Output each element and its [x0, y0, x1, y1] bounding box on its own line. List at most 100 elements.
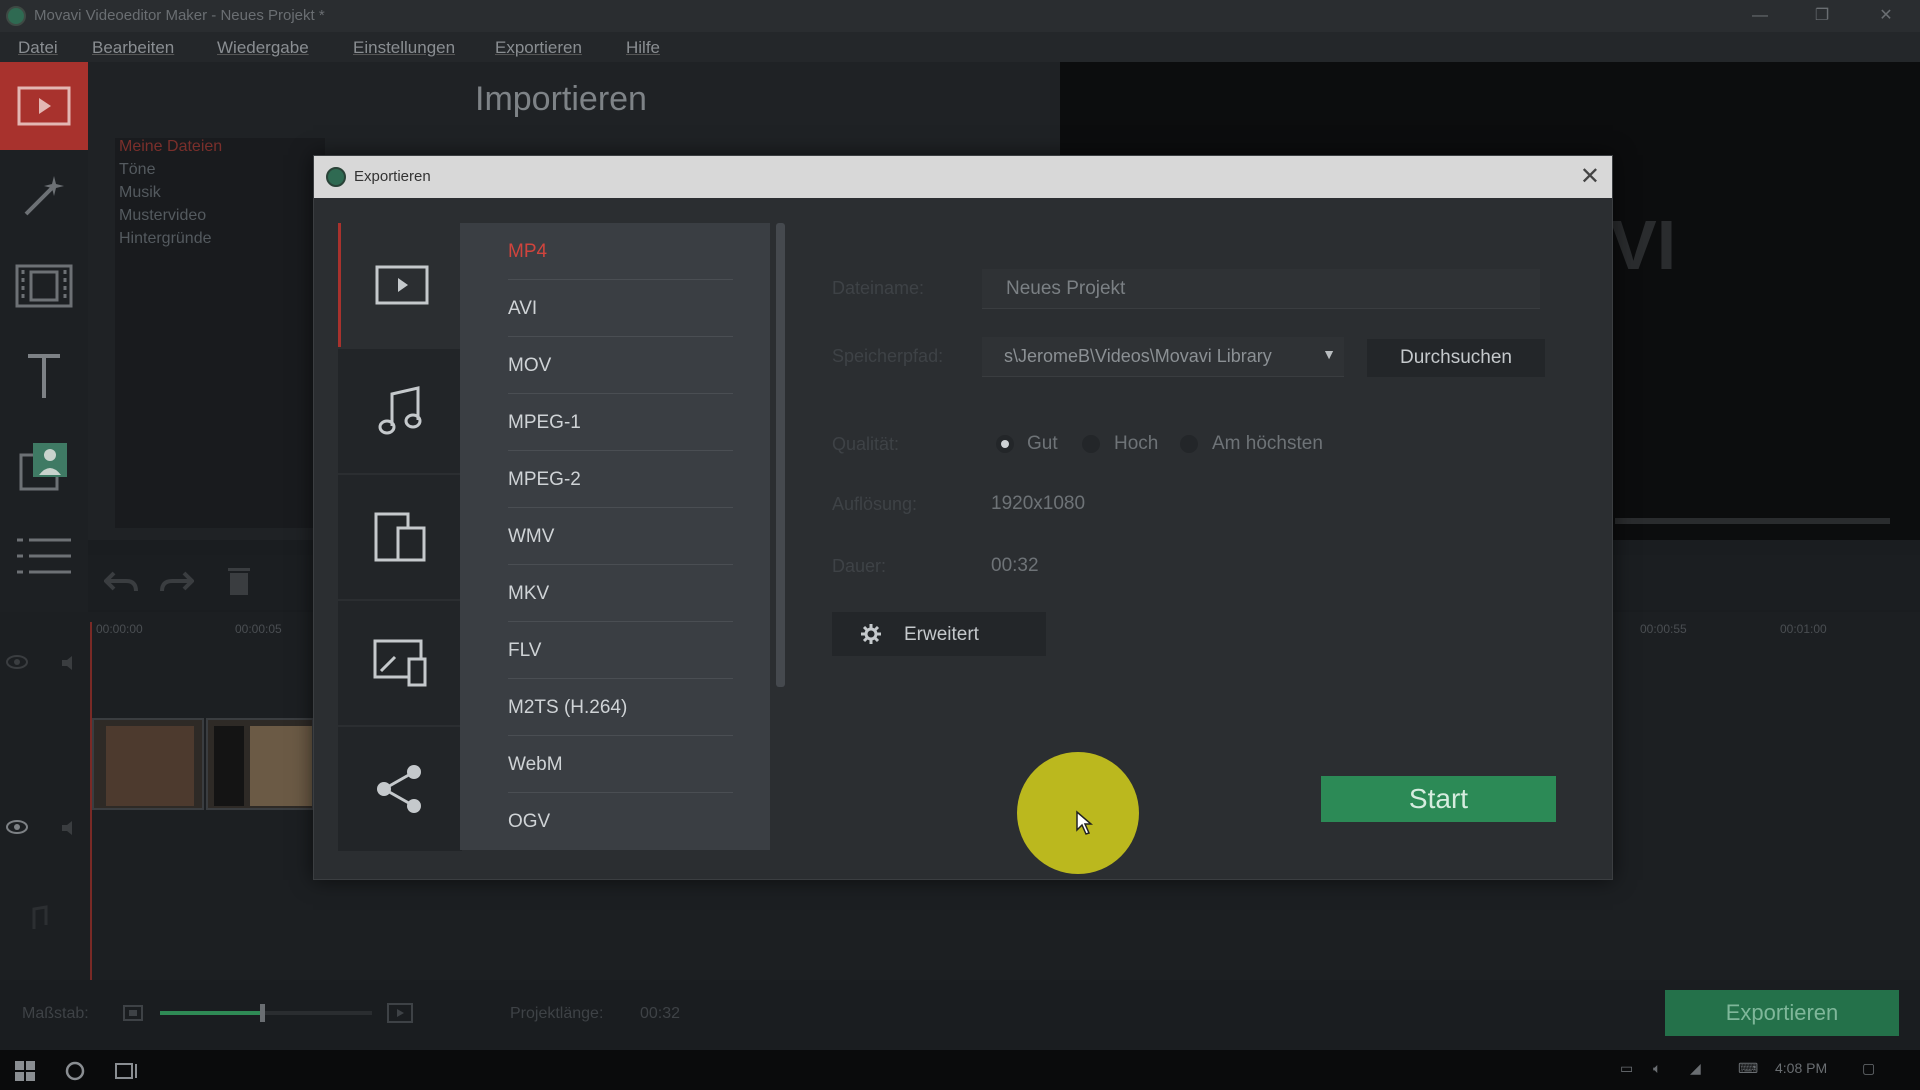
- menu-datei[interactable]: Datei: [18, 38, 58, 58]
- quality-radio-hoch[interactable]: [1082, 435, 1100, 453]
- windows-start-icon[interactable]: [14, 1060, 36, 1082]
- export-button[interactable]: Exportieren: [1665, 990, 1899, 1036]
- path-label: Speicherpfad:: [832, 346, 944, 366]
- app-logo-icon: [6, 6, 26, 26]
- format-item-webm[interactable]: WebM: [508, 736, 733, 793]
- path-field[interactable]: s\JeromeB\Videos\Movavi Library ▼: [982, 337, 1344, 377]
- tab-video[interactable]: [338, 223, 462, 347]
- scale-label: Maßstab:: [22, 1005, 89, 1022]
- browse-button[interactable]: Durchsuchen: [1367, 339, 1545, 377]
- import-category-item[interactable]: Töne: [115, 161, 325, 184]
- maximize-button[interactable]: ❐: [1802, 4, 1842, 28]
- close-window-button[interactable]: ✕: [1866, 4, 1906, 28]
- zoom-out-icon[interactable]: [122, 1004, 144, 1022]
- menu-exportieren[interactable]: Exportieren: [495, 38, 582, 58]
- gear-icon: [861, 624, 881, 644]
- format-item-avi[interactable]: AVI: [508, 280, 733, 337]
- cortana-search-icon[interactable]: [64, 1060, 86, 1082]
- format-item-m2ts[interactable]: M2TS (H.264): [508, 679, 733, 736]
- visibility-icon[interactable]: [6, 820, 28, 834]
- speaker-icon[interactable]: 🔈︎: [1653, 1060, 1661, 1077]
- advanced-label: Erweitert: [904, 624, 979, 645]
- sidebar-transitions-button[interactable]: [0, 242, 88, 330]
- menu-bearbeiten[interactable]: Bearbeiten: [92, 38, 174, 58]
- delete-icon[interactable]: [226, 565, 252, 597]
- project-length-label: Projektlänge:: [510, 1005, 604, 1022]
- tab-audio[interactable]: [338, 349, 462, 473]
- undo-icon[interactable]: [104, 567, 138, 597]
- advanced-button[interactable]: Erweitert: [832, 612, 1046, 656]
- format-item-mp4[interactable]: MP4: [508, 223, 733, 280]
- video-clip-thumbnail[interactable]: [92, 718, 204, 810]
- tab-share[interactable]: [338, 727, 462, 851]
- project-length-value: 00:32: [640, 1005, 681, 1022]
- track-volume-icon[interactable]: [60, 655, 80, 671]
- sidebar-more-button[interactable]: [0, 512, 88, 600]
- app-logo-icon: [326, 167, 346, 187]
- format-item-mov[interactable]: MOV: [508, 337, 733, 394]
- format-item-mpeg2[interactable]: MPEG-2: [508, 451, 733, 508]
- import-category-list: Meine Dateien Töne Musik Mustervideo Hin…: [115, 138, 325, 528]
- format-list-scrollbar[interactable]: [776, 223, 785, 687]
- track-volume-icon[interactable]: [60, 820, 80, 836]
- video-clip-thumbnail[interactable]: [206, 718, 314, 810]
- menu-hilfe[interactable]: Hilfe: [626, 38, 660, 58]
- format-list: MP4 AVI MOV MPEG-1 MPEG-2 WMV MKV FLV M2…: [460, 223, 770, 850]
- battery-icon[interactable]: ▭: [1620, 1060, 1633, 1077]
- duration-value: 00:32: [991, 555, 1039, 576]
- tab-tv[interactable]: [338, 601, 462, 725]
- export-dialog: Exportieren ✕ MP4 AVI MOV MPEG-1 MPEG-2 …: [313, 155, 1613, 880]
- resolution-label: Auflösung:: [832, 494, 918, 514]
- task-view-icon[interactable]: [114, 1060, 140, 1082]
- scale-slider-thumb[interactable]: [259, 1004, 265, 1022]
- format-item-mkv[interactable]: MKV: [508, 565, 733, 622]
- magic-wand-icon: [24, 176, 64, 216]
- keyboard-icon[interactable]: ⌨: [1738, 1060, 1758, 1077]
- visibility-icon[interactable]: [6, 655, 28, 669]
- quality-radio-hoechsten[interactable]: [1180, 435, 1198, 453]
- scale-slider-fill: [160, 1011, 262, 1015]
- format-item-mpeg1[interactable]: MPEG-1: [508, 394, 733, 451]
- sidebar-titles-button[interactable]: [0, 332, 88, 420]
- dialog-close-button[interactable]: ✕: [1580, 162, 1600, 191]
- chevron-down-icon[interactable]: ▼: [1322, 346, 1336, 362]
- scale-slider[interactable]: [160, 1004, 372, 1022]
- preview-progress-bar[interactable]: [1615, 518, 1890, 524]
- sidebar-chroma-button[interactable]: [0, 422, 88, 510]
- minimize-button[interactable]: —: [1740, 4, 1780, 28]
- quality-radio-gut[interactable]: [996, 435, 1014, 453]
- music-note-icon: [378, 386, 422, 435]
- import-category-item[interactable]: Meine Dateien: [115, 138, 325, 161]
- clock-time[interactable]: 4:08 PM: [1775, 1060, 1827, 1076]
- import-category-item[interactable]: Hintergründe: [115, 230, 325, 253]
- redo-icon[interactable]: [160, 567, 194, 597]
- menu-wiedergabe[interactable]: Wiedergabe: [217, 38, 309, 58]
- app-window: Movavi Videoeditor Maker - Neues Projekt…: [0, 0, 1920, 1090]
- quality-option-label: Gut: [1027, 433, 1058, 454]
- ruler-tick: 00:01:00: [1780, 622, 1827, 636]
- notifications-icon[interactable]: ▢: [1862, 1060, 1875, 1077]
- tv-device-icon: [373, 639, 427, 687]
- format-item-wmv[interactable]: WMV: [508, 508, 733, 565]
- tab-devices[interactable]: [338, 475, 462, 599]
- dialog-title: Exportieren: [354, 168, 431, 185]
- filename-value: Neues Projekt: [1006, 278, 1126, 299]
- share-icon: [377, 765, 421, 813]
- start-button[interactable]: Start: [1321, 776, 1556, 822]
- network-icon[interactable]: ◢: [1690, 1060, 1701, 1077]
- import-category-item[interactable]: Musik: [115, 184, 325, 207]
- video-icon: [375, 265, 428, 305]
- sidebar-import-button[interactable]: [0, 62, 88, 150]
- path-value: s\JeromeB\Videos\Movavi Library: [1004, 346, 1272, 366]
- menu-einstellungen[interactable]: Einstellungen: [353, 38, 455, 58]
- import-category-item[interactable]: Mustervideo: [115, 207, 325, 230]
- text-icon: [28, 354, 60, 398]
- bottom-bar: Maßstab: Projektlänge: 00:32: [0, 980, 1920, 1030]
- format-item-flv[interactable]: FLV: [508, 622, 733, 679]
- sidebar-filters-button[interactable]: [0, 152, 88, 240]
- format-item-ogv[interactable]: OGV: [508, 793, 733, 850]
- devices-icon: [374, 512, 426, 562]
- clip-frame: [250, 726, 312, 806]
- zoom-in-icon[interactable]: [386, 1002, 414, 1024]
- filename-field[interactable]: Neues Projekt: [982, 269, 1540, 309]
